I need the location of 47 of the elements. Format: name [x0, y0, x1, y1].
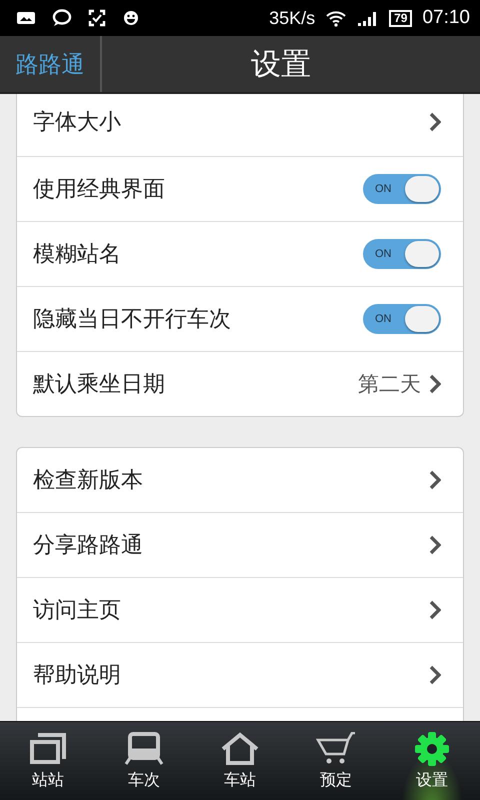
cart-icon: [316, 732, 356, 766]
check-frame-icon: [88, 9, 106, 27]
settings-row[interactable]: 帮助说明: [17, 643, 463, 708]
settings-row[interactable]: 字体大小: [17, 94, 463, 157]
setting-label: 帮助说明: [33, 662, 122, 690]
chevron-icon: [429, 600, 441, 620]
network-speed: 35K/s: [269, 8, 316, 28]
setting-label: 访问主页: [33, 597, 122, 625]
page-title: 设置: [250, 46, 312, 84]
settings-row[interactable]: 使用经典界面 ON: [17, 157, 463, 222]
setting-value: 第二天: [358, 371, 421, 398]
settings-row[interactable]: 默认乘坐日期 第二天: [17, 352, 463, 416]
settings-icon: [412, 732, 452, 766]
settings-row[interactable]: 访问主页: [17, 578, 463, 643]
app-name-button[interactable]: 路路通: [0, 36, 102, 92]
setting-label: 默认乘坐日期: [33, 371, 166, 399]
smiley-icon: [122, 9, 140, 27]
tab[interactable]: 车次: [96, 722, 192, 800]
tab[interactable]: 预定: [288, 722, 384, 800]
setting-label: 检查新版本: [33, 467, 144, 495]
toggle-switch[interactable]: ON: [363, 304, 441, 334]
settings-row[interactable]: 分享路路通: [17, 513, 463, 578]
wifi-icon: [325, 9, 348, 27]
setting-label: 模糊站名: [33, 241, 122, 269]
settings-row[interactable]: 模糊站名 ON: [17, 222, 463, 287]
settings-row[interactable]: 隐藏当日不开行车次 ON: [17, 287, 463, 352]
chevron-icon: [429, 535, 441, 555]
toggle-switch[interactable]: ON: [363, 239, 441, 269]
clock: 07:10: [422, 7, 470, 29]
train-icon: [124, 732, 164, 766]
home-icon: [220, 732, 260, 766]
chevron-icon: [429, 374, 441, 394]
tab[interactable]: 车站: [192, 722, 288, 800]
chevron-icon: [429, 470, 441, 490]
chat-icon: [52, 9, 72, 27]
setting-label: 分享路路通: [33, 532, 144, 560]
chevron-icon: [429, 665, 441, 685]
chevron-icon: [429, 112, 441, 132]
setting-label: 字体大小: [33, 109, 122, 137]
windows-icon: [28, 732, 68, 766]
battery-level: 79: [389, 10, 412, 26]
toggle-switch[interactable]: ON: [363, 174, 441, 204]
setting-label: 隐藏当日不开行车次: [33, 306, 232, 334]
tab[interactable]: 站站: [0, 722, 96, 800]
settings-row[interactable]: 检查新版本: [17, 448, 463, 513]
image-icon: [16, 10, 36, 26]
setting-label: 使用经典界面: [33, 176, 166, 204]
